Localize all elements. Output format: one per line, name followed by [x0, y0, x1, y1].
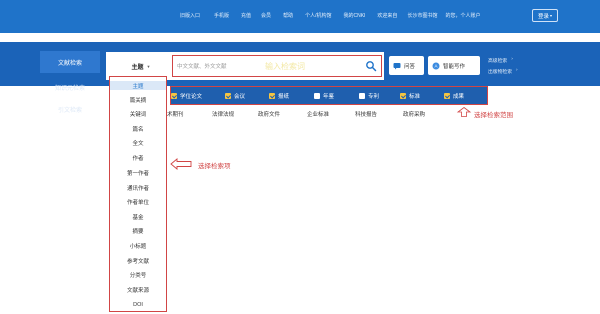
dropdown-item[interactable]: 文献来源	[110, 285, 166, 294]
dropdown-item[interactable]: 通讯作者	[110, 183, 166, 192]
chevron-right-icon: ›	[511, 57, 513, 62]
dropdown-item[interactable]: DOI	[110, 300, 166, 309]
subnav-government-docs[interactable]: 政府文件	[258, 110, 280, 118]
dropdown-item[interactable]: 全文	[110, 138, 166, 147]
dropdown-item[interactable]: 作者	[110, 153, 166, 162]
chevron-down-icon: ▾	[550, 13, 553, 18]
type-filter-highlight	[170, 86, 488, 105]
login-label: 登录	[537, 13, 549, 20]
search-input[interactable]: 中文文献、外文文献 输入检索词	[172, 55, 382, 77]
field-select[interactable]: 主题 ▼	[112, 55, 170, 77]
top-link-recharge[interactable]: 充值	[241, 12, 251, 19]
smart-write-label: 智能写作	[443, 63, 466, 70]
subnav-journal[interactable]: 术期刊	[167, 110, 184, 118]
dropdown-item[interactable]: 主题	[110, 81, 166, 90]
advanced-search-label: 高级检索	[488, 59, 508, 64]
publication-search-label: 出版物检索	[488, 70, 512, 75]
qa-button[interactable]: 问答	[389, 56, 424, 75]
dropdown-item[interactable]: 篇关摘	[110, 95, 166, 104]
institution-name: 长沙市图书馆	[407, 13, 438, 19]
chevron-right-icon: ›	[516, 68, 518, 73]
qa-label: 问答	[404, 63, 416, 70]
arrow-up-icon	[456, 107, 472, 117]
top-bar: 旧版入口 手机版 充值 会员 帮助 个人/机构馆 我的CNKI 欢迎来自 长沙市…	[0, 0, 600, 33]
dropdown-item[interactable]: 关键词	[110, 109, 166, 118]
top-link-help[interactable]: 帮助	[283, 12, 293, 19]
dropdown-item[interactable]: 参考文献	[110, 256, 166, 265]
dropdown-item[interactable]: 第一作者	[110, 168, 166, 177]
dropdown-item[interactable]: 作者单位	[110, 197, 166, 206]
ai-write-icon: A	[432, 62, 440, 69]
field-select-label: 主题	[131, 64, 144, 71]
search-placeholder: 中文文献、外文文献	[177, 64, 227, 70]
subnav-government-procurement[interactable]: 政府采购	[403, 110, 425, 118]
dropdown-item[interactable]: 篇名	[110, 124, 166, 133]
search-icon[interactable]	[365, 60, 377, 72]
annotation-select-field: 选择检索项	[198, 163, 231, 170]
top-link-member[interactable]: 会员	[261, 12, 271, 19]
subnav-enterprise-standard[interactable]: 企业标准	[307, 110, 329, 118]
field-dropdown: 主题 篇关摘 关键词 篇名 全文 作者 第一作者 通讯作者 作者单位 基金 摘要…	[109, 76, 167, 312]
caret-down-icon: ▼	[146, 63, 151, 69]
dropdown-item[interactable]: 摘要	[110, 226, 166, 235]
tab-literature-search[interactable]: 文献检索	[40, 51, 100, 73]
dropdown-item[interactable]: 小标题	[110, 241, 166, 250]
smart-write-button[interactable]: A 智能写作	[428, 56, 480, 75]
publication-search-link[interactable]: 出版物检索 ›	[488, 68, 518, 75]
top-link-old-version[interactable]: 旧版入口	[180, 12, 200, 19]
account-text[interactable]: 的您，个人账户	[445, 12, 480, 19]
chat-icon	[393, 62, 401, 69]
svg-text:A: A	[434, 63, 437, 68]
dropdown-item[interactable]: 分类号	[110, 270, 166, 279]
annotation-type-range: 选择检索范围	[474, 112, 513, 119]
dropdown-item[interactable]: 基金	[110, 212, 166, 221]
login-button[interactable]: 登录 ▾	[532, 9, 558, 22]
annotation-search-term: 输入检索词	[265, 62, 305, 71]
subnav-tech-report[interactable]: 科技报告	[355, 110, 377, 118]
top-link-my-cnki[interactable]: 我的CNKI	[343, 12, 365, 19]
arrow-left-icon	[170, 158, 192, 170]
advanced-search-link[interactable]: 高级检索 ›	[488, 57, 513, 64]
tab-knowledge-search[interactable]: 知识元检索	[40, 76, 100, 98]
top-link-institution[interactable]: 个人/机构馆	[305, 12, 331, 19]
subnav-law[interactable]: 法律法规	[212, 110, 234, 118]
top-link-mobile[interactable]: 手机版	[214, 12, 229, 19]
tab-citation-search[interactable]: 引文检索	[40, 98, 100, 120]
welcome-text: 欢迎来自	[377, 13, 398, 19]
top-nav: 旧版入口 手机版 充值 会员 帮助 个人/机构馆 我的CNKI 欢迎来自 长沙市…	[180, 12, 480, 19]
